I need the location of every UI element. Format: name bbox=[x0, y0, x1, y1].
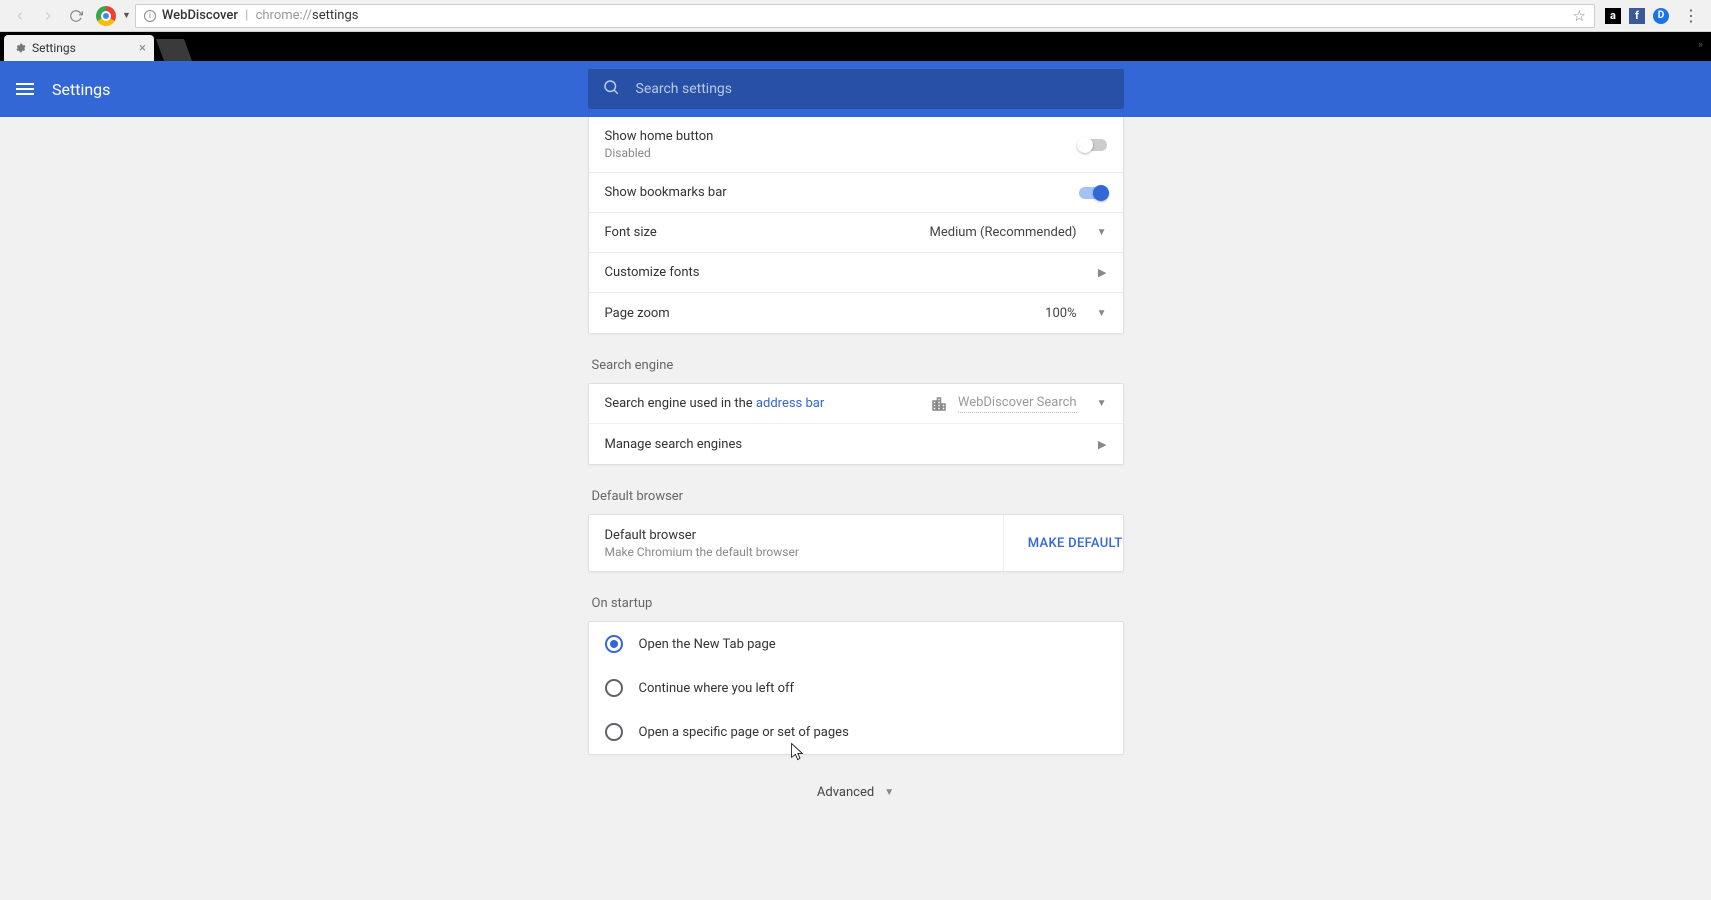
show-home-button-row[interactable]: Show home button Disabled bbox=[589, 117, 1123, 173]
hamburger-menu-icon[interactable] bbox=[16, 83, 34, 95]
startup-option-specific-pages[interactable]: Open a specific page or set of pages bbox=[589, 710, 1123, 754]
default-browser-row: Default browser Make Chromium the defaul… bbox=[589, 515, 1123, 571]
tab-strip: Settings × » bbox=[0, 32, 1711, 61]
on-startup-heading: On startup bbox=[592, 596, 1124, 611]
on-startup-card: Open the New Tab page Continue where you… bbox=[588, 621, 1124, 755]
search-engine-used-prefix: Search engine used in the bbox=[605, 396, 756, 411]
tab-label: Settings bbox=[32, 41, 76, 55]
chevron-down-icon: ▼ bbox=[1097, 227, 1107, 238]
make-default-button[interactable]: MAKE DEFAULT bbox=[1003, 515, 1123, 571]
default-browser-heading: Default browser bbox=[592, 489, 1124, 504]
show-home-toggle[interactable] bbox=[1079, 139, 1107, 151]
reload-button[interactable] bbox=[64, 4, 88, 28]
bookmark-star-icon[interactable]: ☆ bbox=[1573, 7, 1586, 25]
startup-option-label: Continue where you left off bbox=[639, 681, 795, 696]
search-engine-used-row[interactable]: Search engine used in the address bar We… bbox=[589, 384, 1123, 424]
browser-menu-icon[interactable]: ⋮ bbox=[1683, 6, 1699, 25]
gear-icon bbox=[14, 42, 26, 54]
chevron-down-icon: ▼ bbox=[1097, 308, 1107, 319]
forward-button[interactable] bbox=[36, 4, 60, 28]
close-tab-icon[interactable]: × bbox=[139, 41, 146, 56]
default-browser-card: Default browser Make Chromium the defaul… bbox=[588, 514, 1124, 572]
startup-option-label: Open a specific page or set of pages bbox=[639, 725, 849, 740]
new-tab-button[interactable] bbox=[156, 39, 192, 61]
address-bar-link[interactable]: address bar bbox=[756, 396, 824, 411]
advanced-toggle[interactable]: Advanced ▼ bbox=[588, 785, 1124, 800]
settings-header: Settings bbox=[0, 61, 1711, 117]
back-button[interactable] bbox=[8, 4, 32, 28]
manage-search-engines-row[interactable]: Manage search engines ▶ bbox=[589, 424, 1123, 464]
chevron-down-icon: ▼ bbox=[884, 787, 894, 798]
search-icon bbox=[602, 78, 620, 100]
radio-icon[interactable] bbox=[605, 723, 623, 741]
default-browser-label: Default browser bbox=[605, 528, 987, 543]
appearance-card: Show home button Disabled Show bookmarks… bbox=[588, 117, 1124, 334]
address-bar[interactable]: i WebDiscover | chrome://settings ☆ bbox=[135, 4, 1595, 28]
font-size-label: Font size bbox=[605, 225, 930, 240]
show-home-sublabel: Disabled bbox=[605, 146, 1079, 160]
startup-option-new-tab[interactable]: Open the New Tab page bbox=[589, 622, 1123, 666]
customize-fonts-row[interactable]: Customize fonts ▶ bbox=[589, 253, 1123, 293]
show-bookmarks-label: Show bookmarks bar bbox=[605, 185, 1079, 200]
amazon-extension-icon[interactable]: a bbox=[1605, 8, 1621, 24]
manage-search-engines-label: Manage search engines bbox=[605, 437, 1099, 452]
search-settings-field[interactable] bbox=[588, 69, 1124, 109]
page-zoom-dropdown[interactable]: 100% ▼ bbox=[1045, 306, 1106, 321]
facebook-extension-icon[interactable]: f bbox=[1629, 8, 1645, 24]
extension-icons: a f D ⋮ bbox=[1605, 6, 1705, 25]
search-engine-heading: Search engine bbox=[592, 358, 1124, 373]
show-bookmarks-row[interactable]: Show bookmarks bar bbox=[589, 173, 1123, 213]
search-engine-card: Search engine used in the address bar We… bbox=[588, 383, 1124, 465]
radio-icon[interactable] bbox=[605, 679, 623, 697]
search-input[interactable] bbox=[636, 81, 1110, 97]
search-engine-dropdown: WebDiscover Search ▼ bbox=[958, 395, 1107, 413]
tab-overflow-icon[interactable]: » bbox=[1698, 38, 1703, 51]
chevron-right-icon: ▶ bbox=[1098, 438, 1106, 451]
page-zoom-label: Page zoom bbox=[605, 306, 1046, 321]
startup-option-continue[interactable]: Continue where you left off bbox=[589, 666, 1123, 710]
font-size-row[interactable]: Font size Medium (Recommended) ▼ bbox=[589, 213, 1123, 253]
chevron-down-icon: ▼ bbox=[1097, 398, 1107, 409]
url-text: WebDiscover | chrome://settings bbox=[162, 8, 359, 23]
show-home-label: Show home button bbox=[605, 129, 1079, 144]
startup-option-label: Open the New Tab page bbox=[639, 637, 776, 652]
advanced-label: Advanced bbox=[817, 785, 874, 800]
page-zoom-row[interactable]: Page zoom 100% ▼ bbox=[589, 293, 1123, 333]
chevron-right-icon: ▶ bbox=[1098, 266, 1106, 279]
show-bookmarks-toggle[interactable] bbox=[1079, 187, 1107, 199]
page-title: Settings bbox=[52, 80, 110, 99]
chrome-icon bbox=[96, 6, 116, 26]
browser-toolbar: ▼ i WebDiscover | chrome://settings ☆ a … bbox=[0, 0, 1711, 32]
font-size-dropdown[interactable]: Medium (Recommended) ▼ bbox=[930, 225, 1107, 240]
default-browser-sublabel: Make Chromium the default browser bbox=[605, 545, 987, 559]
chrome-dropdown-icon[interactable]: ▼ bbox=[122, 10, 131, 21]
disqus-extension-icon[interactable]: D bbox=[1653, 8, 1669, 24]
tab-settings[interactable]: Settings × bbox=[4, 35, 154, 61]
settings-content: Show home button Disabled Show bookmarks… bbox=[0, 117, 1711, 900]
radio-icon[interactable] bbox=[605, 635, 623, 653]
enterprise-managed-icon bbox=[930, 395, 948, 413]
site-info-icon[interactable]: i bbox=[144, 10, 156, 22]
customize-fonts-label: Customize fonts bbox=[605, 265, 1099, 280]
